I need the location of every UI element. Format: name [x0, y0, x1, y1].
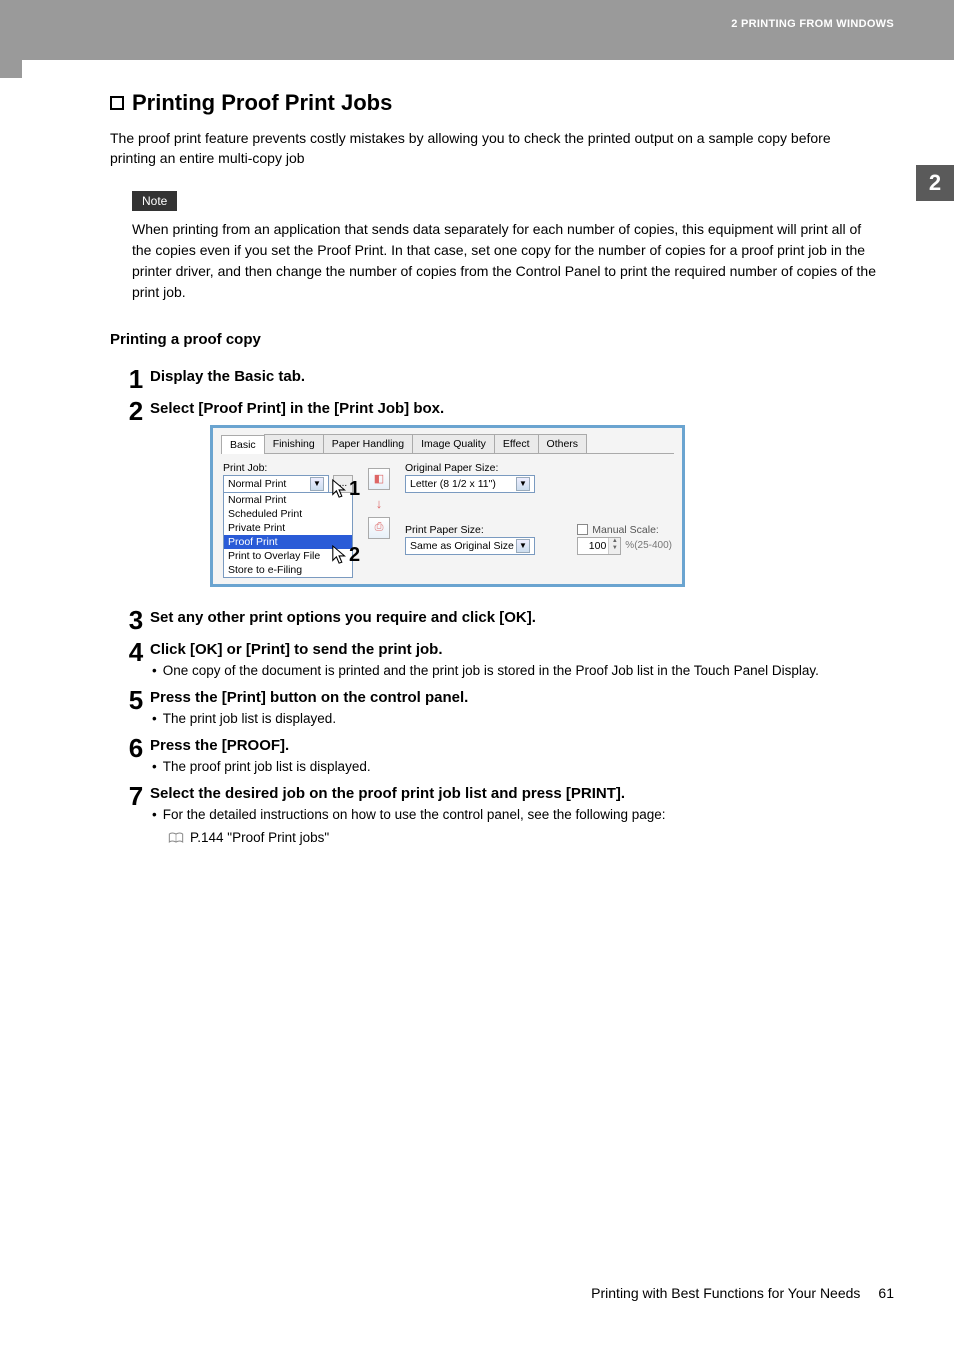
manual-scale-spinner[interactable]: ▲▼ [577, 537, 621, 555]
section-title-text: Printing Proof Print Jobs [132, 90, 392, 116]
chapter-tab: 2 [916, 165, 954, 201]
step-title: Click [OK] or [Print] to send the print … [150, 641, 880, 658]
step-subtext: •For the detailed instructions on how to… [152, 805, 880, 848]
chevron-down-icon: ▼ [516, 539, 530, 553]
step-number: 6 [122, 735, 150, 761]
down-arrow-icon: ↓ [376, 496, 383, 511]
print-paper-size-value: Same as Original Size [410, 540, 514, 552]
tab-finishing[interactable]: Finishing [264, 434, 324, 453]
manual-scale-value[interactable] [578, 538, 608, 554]
section-title: Printing Proof Print Jobs [110, 90, 880, 116]
step-6: 6 Press the [PROOF]. •The proof print jo… [122, 735, 880, 777]
step-2: 2 Select [Proof Print] in the [Print Job… [122, 398, 880, 601]
page-content: Printing Proof Print Jobs The proof prin… [110, 90, 880, 854]
header-overhang [0, 60, 22, 78]
paper-size-icon: ◧ [368, 468, 390, 490]
print-paper-size-label: Print Paper Size: [405, 524, 561, 536]
tab-others[interactable]: Others [538, 434, 588, 453]
step-number: 3 [122, 607, 150, 633]
subheading: Printing a proof copy [110, 331, 880, 348]
step-title: Press the [Print] button on the control … [150, 689, 880, 706]
spinner-buttons[interactable]: ▲▼ [608, 538, 620, 554]
print-job-combo[interactable]: Normal Print ▼ [223, 475, 329, 493]
step-3: 3 Set any other print options you requir… [122, 607, 880, 633]
printer-icon: ⎙ [368, 517, 390, 539]
book-icon [168, 832, 184, 844]
cross-reference: P.144 "Proof Print jobs" [168, 828, 880, 848]
step-title: Press the [PROOF]. [150, 737, 880, 754]
steps-list: 1 Display the Basic tab. 2 Select [Proof… [122, 366, 880, 848]
step-title: Select the desired job on the proof prin… [150, 785, 880, 802]
square-bullet-icon [110, 96, 124, 110]
original-paper-size-label: Original Paper Size: [405, 462, 561, 474]
callout-1: 1 [331, 478, 360, 501]
print-job-label: Print Job: [223, 462, 353, 474]
manual-scale-checkbox[interactable]: Manual Scale: [577, 524, 672, 536]
cursor-icon [331, 478, 349, 500]
chevron-down-icon: ▼ [310, 477, 324, 491]
step-1: 1 Display the Basic tab. [122, 366, 880, 392]
step-subtext: •One copy of the document is printed and… [152, 661, 880, 681]
intro-paragraph: The proof print feature prevents costly … [110, 128, 880, 169]
print-job-group: Print Job: Normal Print ▼ ... Normal Pri… [223, 462, 353, 578]
step-title: Set any other print options you require … [150, 609, 880, 626]
step-4: 4 Click [OK] or [Print] to send the prin… [122, 639, 880, 681]
cross-reference-text: P.144 "Proof Print jobs" [190, 828, 329, 848]
note-label: Note [132, 191, 177, 211]
tab-basic[interactable]: Basic [221, 435, 265, 454]
checkbox-icon [577, 524, 588, 535]
footer-text: Printing with Best Functions for Your Ne… [591, 1285, 860, 1301]
original-paper-size-combo[interactable]: Letter (8 1/2 x 11") ▼ [405, 475, 535, 493]
option-scheduled-print[interactable]: Scheduled Print [224, 507, 352, 521]
option-private-print[interactable]: Private Print [224, 521, 352, 535]
step-5: 5 Press the [Print] button on the contro… [122, 687, 880, 729]
dialog-right-column: Original Paper Size: Letter (8 1/2 x 11"… [405, 462, 672, 578]
step-subtext: •The print job list is displayed. [152, 709, 880, 729]
print-paper-size-combo[interactable]: Same as Original Size ▼ [405, 537, 535, 555]
note-text: When printing from an application that s… [132, 219, 880, 303]
step-7: 7 Select the desired job on the proof pr… [122, 783, 880, 848]
callout-2: 2 [331, 544, 360, 567]
page-footer: Printing with Best Functions for Your Ne… [591, 1285, 894, 1301]
print-job-value: Normal Print [228, 478, 286, 490]
manual-scale-label: Manual Scale: [592, 524, 659, 536]
step-number: 4 [122, 639, 150, 665]
tab-paper-handling[interactable]: Paper Handling [323, 434, 413, 453]
running-head: 2 PRINTING FROM WINDOWS [731, 18, 894, 30]
step-subtext: •The proof print job list is displayed. [152, 757, 880, 777]
step-title: Select [Proof Print] in the [Print Job] … [150, 400, 880, 417]
tab-effect[interactable]: Effect [494, 434, 539, 453]
step-number: 7 [122, 783, 150, 809]
header-bar: 2 PRINTING FROM WINDOWS [0, 0, 954, 60]
dialog-mid-icons: ◧ ↓ ⎙ [363, 462, 395, 578]
manual-scale-range: %(25-400) [625, 540, 672, 551]
step-number: 1 [122, 366, 150, 392]
original-paper-size-value: Letter (8 1/2 x 11") [410, 478, 496, 490]
step-number: 2 [122, 398, 150, 424]
step-title: Display the Basic tab. [150, 368, 880, 385]
print-dialog-screenshot: Basic Finishing Paper Handling Image Qua… [210, 425, 685, 587]
tab-image-quality[interactable]: Image Quality [412, 434, 495, 453]
page-number: 61 [878, 1285, 894, 1301]
step-number: 5 [122, 687, 150, 713]
cursor-icon [331, 544, 349, 566]
note-block: Note When printing from an application t… [132, 191, 880, 303]
dialog-tabs: Basic Finishing Paper Handling Image Qua… [221, 434, 674, 454]
chevron-down-icon: ▼ [516, 477, 530, 491]
